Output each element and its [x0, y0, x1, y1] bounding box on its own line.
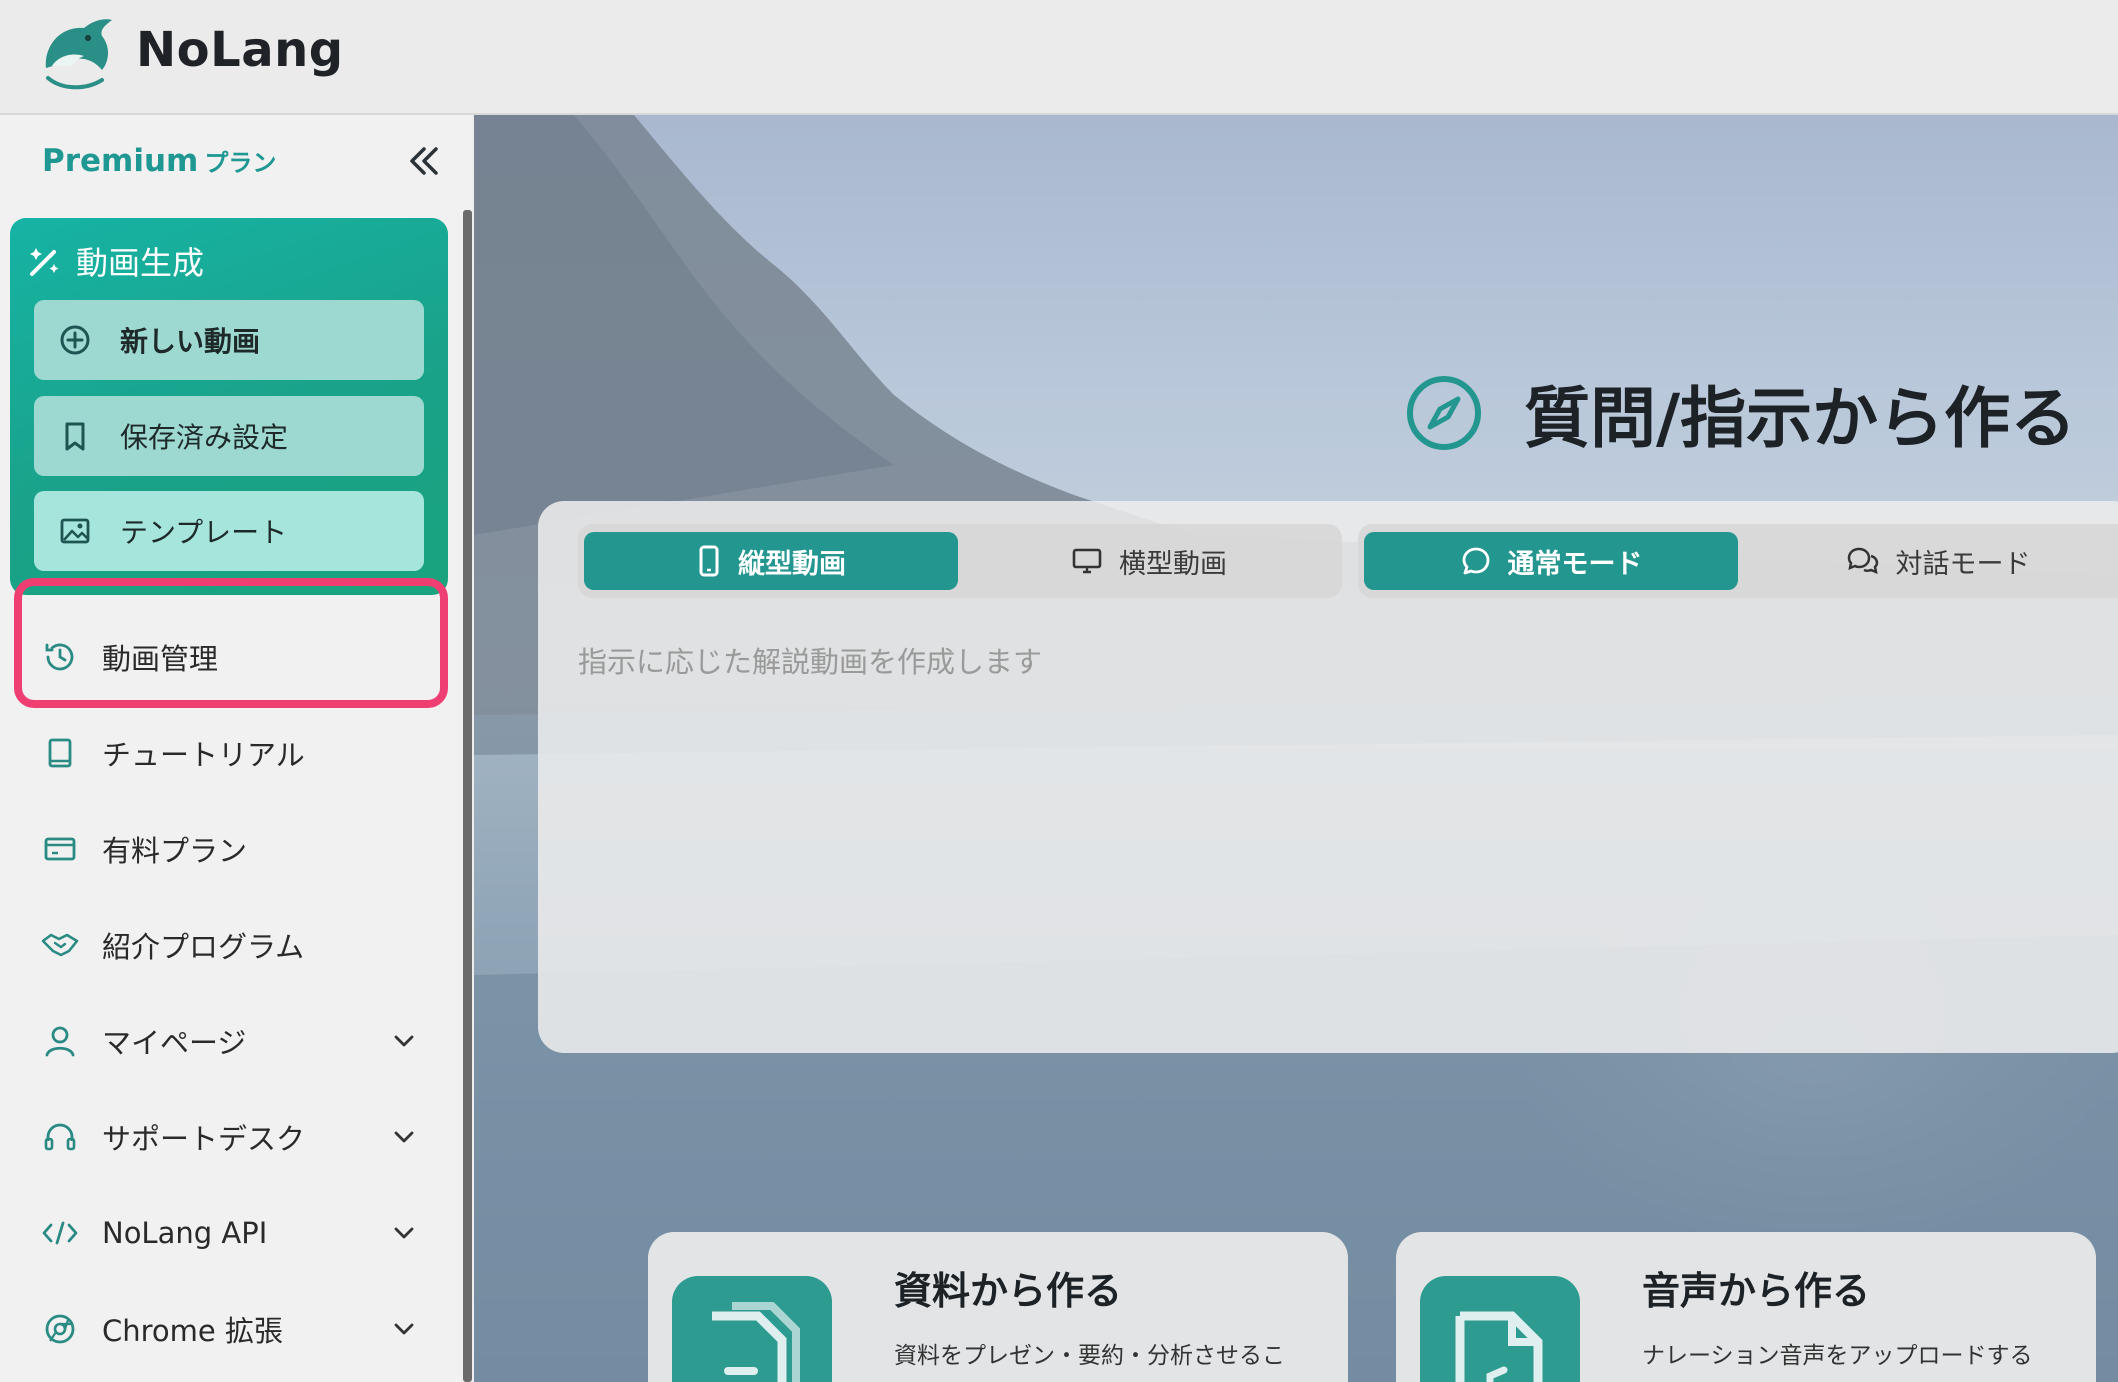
- sidebar-item-nolang-api[interactable]: NoLang API: [40, 1203, 420, 1263]
- sidebar-item-label: NoLang API: [102, 1216, 268, 1250]
- plan-suffix: プラン: [204, 149, 277, 177]
- book-icon: [40, 733, 80, 773]
- sidebar-scrollbar[interactable]: [463, 210, 472, 1382]
- sidebar-item-chrome-extension[interactable]: Chrome 拡張: [40, 1299, 420, 1359]
- plus-circle-icon: [60, 325, 90, 355]
- monitor-icon: [1072, 548, 1102, 574]
- main-content: 質問/指示から作る 縦型動画 横型動画 通常モード 対話モード 指示に応じた解説…: [474, 115, 2118, 1382]
- dialog-mode-label: 対話モード: [1895, 548, 2031, 580]
- sidebar-item-mypage[interactable]: マイページ: [40, 1011, 420, 1071]
- dolphin-logo-icon[interactable]: [38, 16, 116, 90]
- headset-icon: [40, 1117, 80, 1157]
- vertical-video-tab[interactable]: 縦型動画: [584, 532, 958, 590]
- app-title: NoLang: [136, 22, 344, 78]
- section-title: 質問/指示から作る: [1524, 380, 2077, 457]
- sidebar-item-label: チュートリアル: [102, 738, 305, 772]
- plan-name: Premium: [42, 143, 199, 179]
- horizontal-video-label: 横型動画: [1119, 548, 1227, 580]
- sidebar-item-video-management[interactable]: 動画管理: [40, 627, 420, 687]
- chevron-down-icon[interactable]: [388, 1025, 420, 1057]
- template-label: テンプレート: [120, 516, 288, 549]
- sidebar-item-label: マイページ: [102, 1026, 247, 1060]
- code-icon: [40, 1213, 80, 1253]
- handshake-icon: [40, 925, 80, 965]
- compass-icon: [1407, 376, 1481, 450]
- sidebar-item-tutorial[interactable]: チュートリアル: [40, 723, 420, 783]
- sidebar-item-referral[interactable]: 紹介プログラム: [40, 915, 420, 975]
- saved-settings-button[interactable]: 保存済み設定: [34, 396, 424, 476]
- sidebar-item-label: 動画管理: [102, 642, 219, 676]
- normal-mode-label: 通常モード: [1507, 548, 1643, 580]
- vertical-video-label: 縦型動画: [738, 548, 846, 580]
- video-generation-card: 動画生成 新しい動画 保存済み設定 テンプレート: [10, 218, 448, 595]
- chrome-icon: [40, 1309, 80, 1349]
- chevron-down-icon[interactable]: [388, 1313, 420, 1345]
- prompt-input[interactable]: 指示に応じた解説動画を作成します: [578, 639, 1042, 681]
- chevron-down-icon[interactable]: [388, 1217, 420, 1249]
- chevron-down-icon[interactable]: [388, 1121, 420, 1153]
- new-video-label: 新しい動画: [120, 325, 261, 358]
- sidebar-item-support-desk[interactable]: サポートデスク: [40, 1107, 420, 1167]
- sidebar-item-label: サポートデスク: [102, 1122, 306, 1156]
- dialog-mode-tab[interactable]: 対話モード: [1748, 532, 2118, 590]
- magic-wand-icon: [30, 248, 59, 276]
- create-from-audio-card[interactable]: 音声から作る ナレーション音声をアップロードする: [1396, 1232, 2096, 1382]
- top-header: NoLang: [0, 0, 2118, 115]
- mode-toggle: 通常モード 対話モード: [1358, 524, 2118, 598]
- sidebar: Premium プラン 動画生成 新しい動画 保存済み設定 テンプレート 動画管…: [0, 115, 472, 1382]
- saved-settings-label: 保存済み設定: [120, 421, 289, 454]
- normal-mode-tab[interactable]: 通常モード: [1364, 532, 1738, 590]
- sidebar-item-label: 有料プラン: [102, 834, 248, 868]
- sidebar-item-label: Chrome 拡張: [102, 1314, 283, 1348]
- phone-icon: [699, 545, 719, 577]
- sidebar-item-label: 紹介プログラム: [102, 930, 305, 964]
- image-icon: [60, 518, 90, 544]
- card-description: 資料をプレゼン・要約・分析させるこ: [894, 1343, 1285, 1369]
- plan-label: Premium プラン: [42, 143, 276, 179]
- new-video-button[interactable]: 新しい動画: [34, 300, 424, 380]
- audio-file-icon: [1420, 1276, 1580, 1382]
- card-title: 資料から作る: [894, 1269, 1123, 1313]
- history-icon: [40, 637, 80, 677]
- video-generation-header: 動画生成: [28, 238, 204, 284]
- create-from-document-card[interactable]: 資料から作る 資料をプレゼン・要約・分析させるこ: [648, 1232, 1348, 1382]
- card-title: 音声から作る: [1642, 1269, 1871, 1313]
- sidebar-item-paid-plan[interactable]: 有料プラン: [40, 819, 420, 879]
- collapse-sidebar-icon[interactable]: [404, 141, 444, 181]
- card-description: ナレーション音声をアップロードする: [1642, 1343, 2033, 1369]
- document-icon: [672, 1276, 832, 1382]
- credit-card-icon: [40, 829, 80, 869]
- bookmark-icon: [65, 422, 85, 451]
- video-generation-title: 動画生成: [76, 244, 205, 282]
- template-button[interactable]: テンプレート: [34, 491, 424, 571]
- chat-bubbles-icon: [1847, 547, 1878, 575]
- prompt-panel: 縦型動画 横型動画 通常モード 対話モード 指示に応じた解説動画を作成します: [538, 501, 2118, 1053]
- horizontal-video-tab[interactable]: 横型動画: [962, 532, 1336, 590]
- chat-bubble-icon: [1462, 547, 1489, 575]
- section-heading: 質問/指示から作る: [1404, 365, 2076, 461]
- user-icon: [40, 1021, 80, 1061]
- orientation-toggle: 縦型動画 横型動画: [578, 524, 1342, 598]
